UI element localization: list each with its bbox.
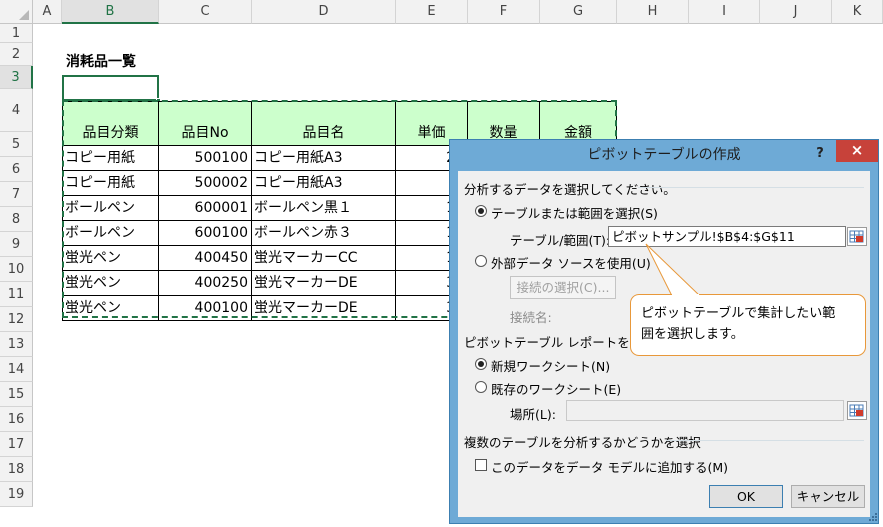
annotation-callout: ピボットテーブルで集計したい範 囲を選択します。 [630,294,866,356]
callout-line-1: ピボットテーブルで集計したい範 [641,306,836,321]
callout-pointer [645,243,702,297]
callout-line-2: 囲を選択します。 [641,327,744,342]
callout-join [672,294,699,297]
